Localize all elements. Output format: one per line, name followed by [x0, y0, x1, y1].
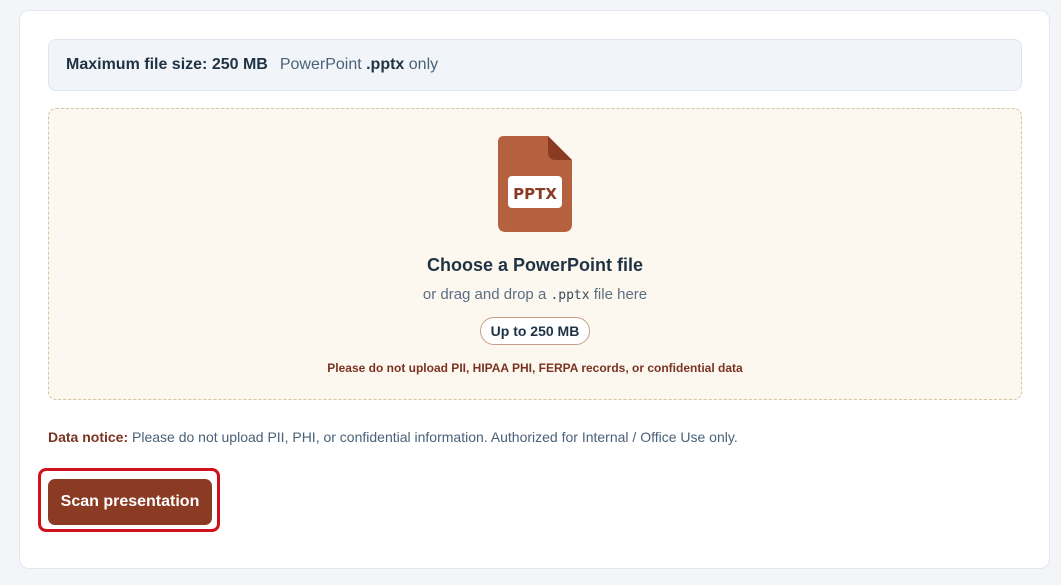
- dropzone-subtitle: or drag and drop a .pptx file here: [49, 286, 1021, 303]
- dropzone-subtitle-prefix: or drag and drop a: [422, 286, 551, 303]
- file-type-prefix: PowerPoint: [279, 56, 367, 73]
- scan-presentation-button[interactable]: Scan presentation: [48, 479, 212, 525]
- file-limits-bar: Maximum file size: 250 MB PowerPoint .pp…: [48, 39, 1022, 91]
- pptx-icon-label: PPTX: [513, 185, 557, 203]
- size-limit-badge: Up to 250 MB: [479, 317, 591, 345]
- file-dropzone[interactable]: PPTX Choose a PowerPoint file or drag an…: [48, 108, 1022, 400]
- data-notice-text: Please do not upload PII, PHI, or confid…: [128, 429, 738, 445]
- dropzone-title: Choose a PowerPoint file: [426, 255, 644, 275]
- allowed-file-type: PowerPoint .pptx only: [280, 56, 438, 74]
- data-notice-label: Data notice:: [48, 429, 129, 445]
- dropzone-subtitle-suffix: file here: [589, 286, 648, 303]
- upload-card: Maximum file size: 250 MB PowerPoint .pp…: [19, 10, 1050, 569]
- max-file-size: Maximum file size: 250 MB: [66, 56, 268, 73]
- file-type-suffix: only: [404, 56, 439, 73]
- data-notice: Data notice: Please do not upload PII, P…: [48, 429, 738, 445]
- file-type-extension: .pptx: [366, 56, 405, 73]
- data-warning: Please do not upload PII, HIPAA PHI, FER…: [327, 361, 743, 375]
- dropzone-subtitle-code: .pptx: [550, 288, 590, 303]
- pptx-file-icon: PPTX: [498, 136, 572, 232]
